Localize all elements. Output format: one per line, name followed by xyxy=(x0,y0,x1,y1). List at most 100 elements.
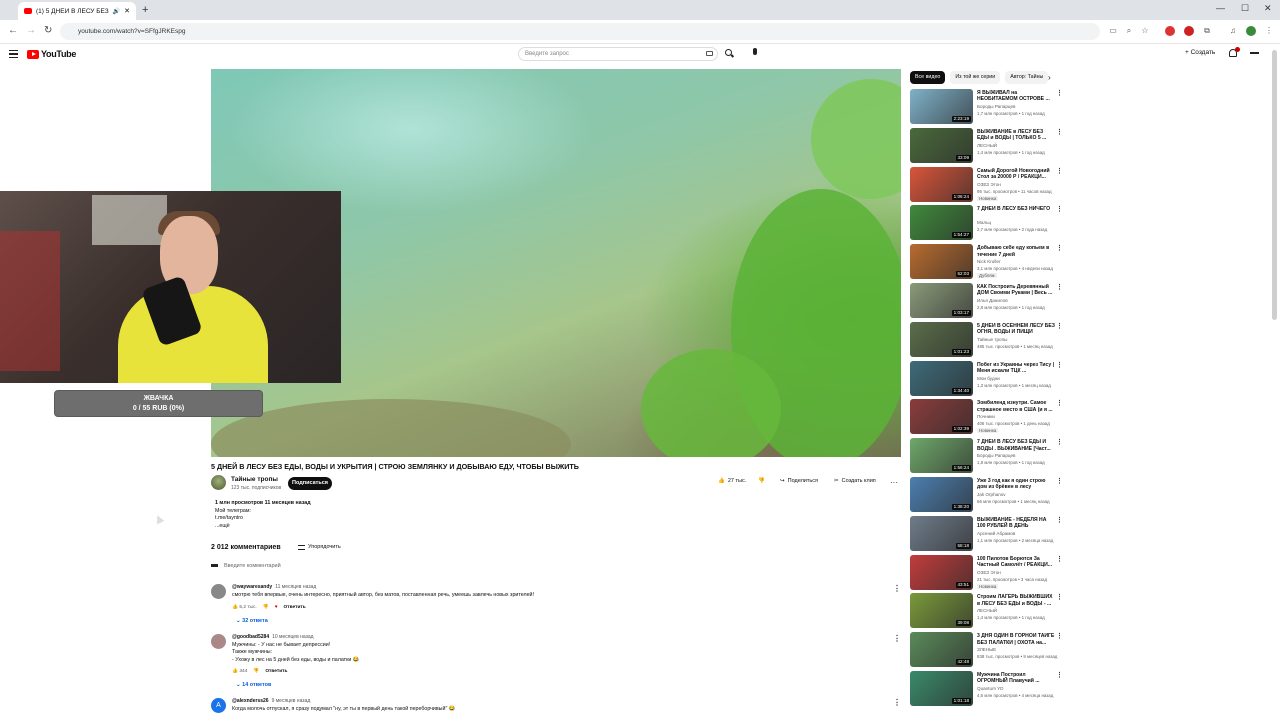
close-window-icon[interactable]: ✕ xyxy=(1264,3,1272,14)
recommended-title[interactable]: Самый Дорогой Новогодний Стол за 20000 Р… xyxy=(977,168,1055,181)
recommended-channel[interactable]: Тайные тропы xyxy=(977,337,1007,342)
recommended-title[interactable]: Побег из Украины через Тису | Меня искал… xyxy=(977,362,1055,375)
hamburger-menu-icon[interactable] xyxy=(9,50,18,58)
video-menu-icon[interactable]: ⋮ xyxy=(1056,128,1063,136)
keyboard-icon[interactable] xyxy=(706,51,713,56)
recommended-title[interactable]: Я ВЫЖИВАЛ на НЕОБИТАЕМОМ ОСТРОВЕ ... xyxy=(977,90,1055,103)
back-icon[interactable]: ← xyxy=(8,25,18,36)
cast-icon[interactable]: ▭ xyxy=(1108,26,1118,36)
video-thumbnail[interactable]: 1:38:20 xyxy=(910,477,973,512)
recommended-title[interactable]: ВЫЖИВАНИЕ - НЕДЕЛЯ НА 100 РУБЛЕЙ В ДЕНЬ xyxy=(977,517,1055,530)
recommended-title[interactable]: Строим ЛАГЕРЬ ВЫЖИВШИХ в ЛЕСУ БЕЗ ЕДЫ и … xyxy=(977,594,1055,607)
recommended-video[interactable]: 1:01:23 5 ДНЕЙ В ОСЕННЕМ ЛЕСУ БЕЗ ОГНЯ, В… xyxy=(910,321,1070,358)
comment-dislike-button[interactable]: 👎 xyxy=(253,669,259,674)
video-thumbnail[interactable]: 42:48 xyxy=(910,632,973,668)
url-field[interactable]: youtube.com/watch?v=SFfgJRKEspg xyxy=(60,23,1100,40)
video-thumbnail[interactable]: 43:51 xyxy=(910,554,973,590)
recommended-title[interactable]: 3 ДНЯ ОДИН В ГОРНОЙ ТАЙГЕ БЕЗ ПАЛАТКИ | … xyxy=(977,633,1055,646)
description-line[interactable]: t.me/tayntro xyxy=(215,515,311,523)
comment-like-button[interactable]: 👍 344 xyxy=(232,669,247,674)
video-thumbnail[interactable]: 52:03 xyxy=(910,244,973,280)
recommended-video[interactable]: 1:02:39 Зомбиленд изнутри. Самое страшное… xyxy=(910,399,1070,435)
recommended-title[interactable]: Зомбиленд изнутри. Самое страшное место … xyxy=(977,400,1055,413)
recommended-title[interactable]: 7 ДНЕЙ В ЛЕСУ БЕЗ ЕДЫ И ВОДЫ . ВЫЖИВАНИЕ… xyxy=(977,439,1055,452)
reply-button[interactable]: Ответить xyxy=(265,669,287,674)
reload-icon[interactable]: ↻ xyxy=(44,25,52,36)
video-menu-icon[interactable]: ⋮ xyxy=(1056,671,1063,679)
recommended-title[interactable]: 5 ДНЕЙ В ОСЕННЕМ ЛЕСУ БЕЗ ОГНЯ, ВОДЫ И П… xyxy=(977,323,1055,336)
recommended-video[interactable]: 58:18 ВЫЖИВАНИЕ - НЕДЕЛЯ НА 100 РУБЛЕЙ В … xyxy=(910,515,1070,552)
account-avatar[interactable] xyxy=(1250,52,1259,54)
video-thumbnail[interactable]: 2:23:19 xyxy=(910,89,973,124)
video-menu-icon[interactable]: ⋮ xyxy=(1056,593,1063,601)
video-thumbnail[interactable]: 58:18 xyxy=(910,515,973,551)
subscribe-button[interactable]: Подписаться xyxy=(288,477,332,490)
recommended-title[interactable]: Добываю себе еду копьем в течение 7 дней xyxy=(977,245,1055,258)
recommended-title[interactable]: 7 ДНЕЙ В ЛЕСУ БЕЗ НИЧЕГО xyxy=(977,206,1055,212)
recommended-title[interactable]: 100 Пилотов Борются За Частный Самолёт /… xyxy=(977,556,1055,569)
chip-by-author[interactable]: Автор: Тайны xyxy=(1005,71,1049,84)
video-menu-icon[interactable]: ⋮ xyxy=(1056,205,1063,213)
recommended-channel[interactable]: Мальц xyxy=(977,220,991,225)
recommended-channel[interactable]: Quantum YD xyxy=(977,686,1003,691)
video-thumbnail[interactable]: 33:09 xyxy=(910,127,973,163)
youtube-logo[interactable]: YouTube xyxy=(27,49,76,59)
close-tab-icon[interactable]: ✕ xyxy=(124,7,130,15)
recommended-video[interactable]: 1:54:27 7 ДНЕЙ В ЛЕСУ БЕЗ НИЧЕГО Мальц 2,7 … xyxy=(910,205,1070,241)
video-thumbnail[interactable]: 1:34:40 xyxy=(910,360,973,396)
search-icon[interactable] xyxy=(725,49,732,56)
video-menu-icon[interactable]: ⋮ xyxy=(1056,283,1063,291)
channel-avatar[interactable] xyxy=(211,475,226,490)
chip-all-videos[interactable]: Все видео xyxy=(910,71,946,84)
sort-comments-button[interactable]: Упорядочить xyxy=(298,544,341,550)
recommended-channel[interactable]: Nick Kruller xyxy=(977,259,1000,264)
recommended-channel[interactable]: ОЗЕЗ Этон xyxy=(977,570,1001,575)
video-menu-icon[interactable]: ⋮ xyxy=(1056,555,1063,563)
create-button[interactable]: + Создать xyxy=(1185,49,1215,56)
recommended-video[interactable]: 1:01:18 Мужчина Построил ОГРОМНЫЙ Плавучи… xyxy=(910,671,1070,707)
clip-button[interactable]: ✂ Создать клип xyxy=(834,478,876,484)
minimize-icon[interactable]: — xyxy=(1216,3,1225,13)
profile-avatar[interactable] xyxy=(1246,26,1256,36)
comment-dislike-button[interactable]: 👎 xyxy=(263,605,269,610)
view-replies-button[interactable]: ⌄ 32 ответа xyxy=(236,618,268,624)
recommended-channel[interactable]: Арсений Абрамов xyxy=(977,531,1015,536)
video-menu-icon[interactable]: ⋮ xyxy=(1056,322,1063,330)
commenter-avatar[interactable] xyxy=(211,634,226,649)
like-button[interactable]: 👍 27 тыс. xyxy=(718,478,746,484)
channel-name[interactable]: Тайные тропы xyxy=(231,476,278,483)
comment-author[interactable]: @waywaresandy xyxy=(232,584,272,590)
recommended-channel[interactable]: Илья Данилов xyxy=(977,298,1008,303)
new-tab-icon[interactable]: + xyxy=(142,4,148,16)
recommended-channel[interactable]: ЛЕСНЫЙ xyxy=(977,608,997,613)
search-input[interactable]: Введите запрос xyxy=(518,47,718,61)
share-button[interactable]: ↪ Поделиться xyxy=(780,478,818,484)
video-thumbnail[interactable]: 1:56:24 xyxy=(910,438,973,474)
bookmark-star-icon[interactable]: ☆ xyxy=(1140,26,1150,36)
recommended-video[interactable]: 42:48 3 ДНЯ ОДИН В ГОРНОЙ ТАЙГЕ БЕЗ ПАЛАТ… xyxy=(910,632,1070,668)
show-more-link[interactable]: ...ещё xyxy=(215,523,311,531)
recommended-video[interactable]: 1:34:40 Побег из Украины через Тису | Мен… xyxy=(910,360,1070,397)
microphone-icon[interactable] xyxy=(753,48,757,55)
video-thumbnail[interactable]: 1:01:18 xyxy=(910,671,973,706)
recommended-title[interactable]: Уже 3 год как я один строю дом из брёвен… xyxy=(977,478,1055,491)
video-menu-icon[interactable]: ⋮ xyxy=(1056,477,1063,485)
page-scrollbar[interactable] xyxy=(1272,50,1277,320)
video-thumbnail[interactable]: 1:06:24 xyxy=(910,166,973,202)
video-thumbnail[interactable]: 39:08 xyxy=(910,593,973,629)
comment-author[interactable]: @alexnderss26 xyxy=(232,698,269,704)
forward-icon[interactable]: → xyxy=(26,25,36,36)
recommended-title[interactable]: КАК Построить Деревянный ДОМ Своими Рука… xyxy=(977,284,1055,297)
browser-menu-icon[interactable]: ⋮ xyxy=(1264,26,1274,36)
extension-icon[interactable] xyxy=(1165,26,1175,36)
video-menu-icon[interactable]: ⋮ xyxy=(1056,632,1063,640)
extensions-puzzle-icon[interactable]: ⧉ xyxy=(1202,26,1212,36)
recommended-video[interactable]: 2:23:19 Я ВЫЖИВАЛ на НЕОБИТАЕМОМ ОСТРОВЕ … xyxy=(910,89,1070,125)
recommended-channel[interactable]: Мои будни xyxy=(977,376,1000,381)
recommended-channel[interactable]: ЗЛЕНЫЕ xyxy=(977,647,996,652)
recommended-video[interactable]: 43:51 100 Пилотов Борются За Частный Само… xyxy=(910,554,1070,591)
chip-same-series[interactable]: Из той же серии xyxy=(950,71,1001,84)
video-thumbnail[interactable]: 1:03:17 xyxy=(910,283,973,318)
media-icon[interactable]: ♫ xyxy=(1228,26,1238,36)
comment-menu-icon[interactable]: ⋮ xyxy=(893,698,901,707)
